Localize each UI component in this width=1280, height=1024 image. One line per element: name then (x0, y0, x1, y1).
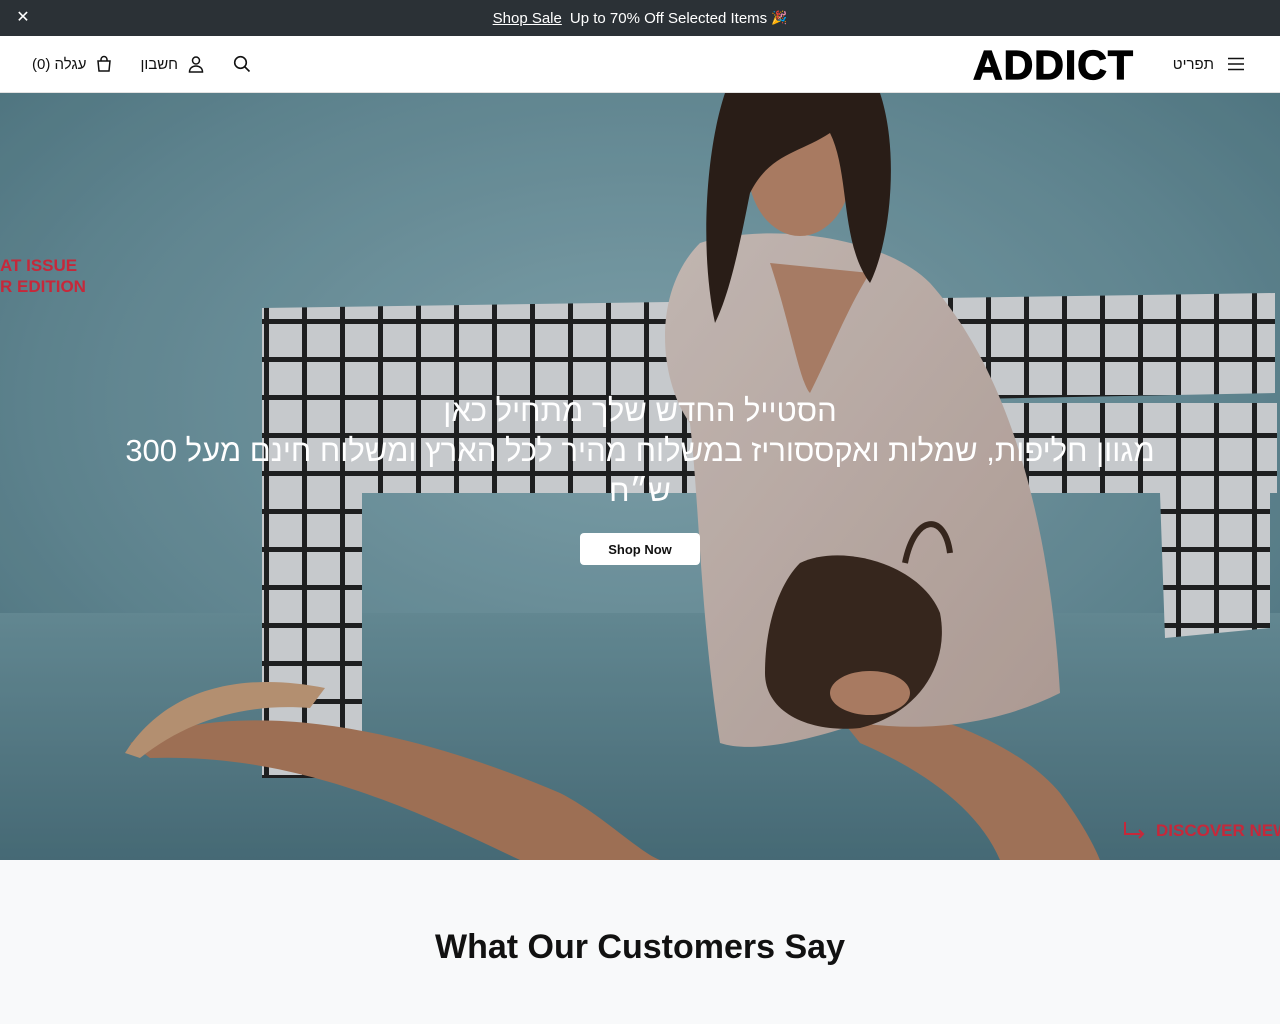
shop-now-button[interactable]: Shop Now (580, 533, 700, 565)
shop-sale-link[interactable]: Shop Sale (493, 10, 562, 27)
cart-button[interactable]: עגלה (0) (32, 54, 114, 74)
account-label: חשבון (140, 55, 179, 73)
menu-button[interactable]: תפריט (1173, 36, 1246, 92)
cart-label: עגלה (0) (32, 55, 87, 73)
addict-logo[interactable]: ADDICT (972, 44, 1134, 86)
close-icon[interactable]: ✕ (14, 9, 32, 27)
account-button[interactable]: חשבון (140, 54, 206, 74)
announcement-bar: ✕ Shop Sale Up to 70% Off Selected Items… (0, 0, 1280, 36)
hero-text: הסטייל החדש שלך מתחיל כאן מגוון חליפות, … (120, 391, 1160, 511)
issue-line-2: R EDITION (0, 277, 86, 296)
arrow-down-right-icon (1124, 822, 1145, 839)
announcement-text: Up to 70% Off Selected Items (569, 9, 768, 27)
search-button[interactable] (232, 54, 252, 74)
issue-line-1: AT ISSUE (0, 256, 78, 275)
hamburger-icon (1228, 57, 1244, 71)
issue-text: AT ISSUE R EDITION (0, 255, 86, 297)
party-emoji: 🎉 (771, 10, 788, 25)
discover-new-link[interactable]: DISCOVER NEW (1122, 820, 1280, 842)
discover-label: DISCOVER NEW (1156, 821, 1280, 840)
site-header: עגלה (0) חשבון ADDICT תפריט (0, 36, 1280, 93)
testimonials-section: What Our Customers Say (0, 860, 1280, 1024)
testimonials-heading: What Our Customers Say (435, 928, 845, 966)
hero-banner: AT ISSUE R EDITION הסטייל החדש שלך מתחיל… (0, 93, 1280, 860)
hero-subtitle: מגוון חליפות, שמלות ואקססוריז במשלוח מהי… (125, 433, 1155, 508)
header-actions: עגלה (0) חשבון (32, 36, 252, 92)
search-icon (233, 55, 251, 73)
user-icon (188, 56, 204, 73)
hero-title: הסטייל החדש שלך מתחיל כאן (443, 393, 837, 428)
bag-icon (97, 55, 112, 72)
menu-label: תפריט (1172, 55, 1214, 73)
